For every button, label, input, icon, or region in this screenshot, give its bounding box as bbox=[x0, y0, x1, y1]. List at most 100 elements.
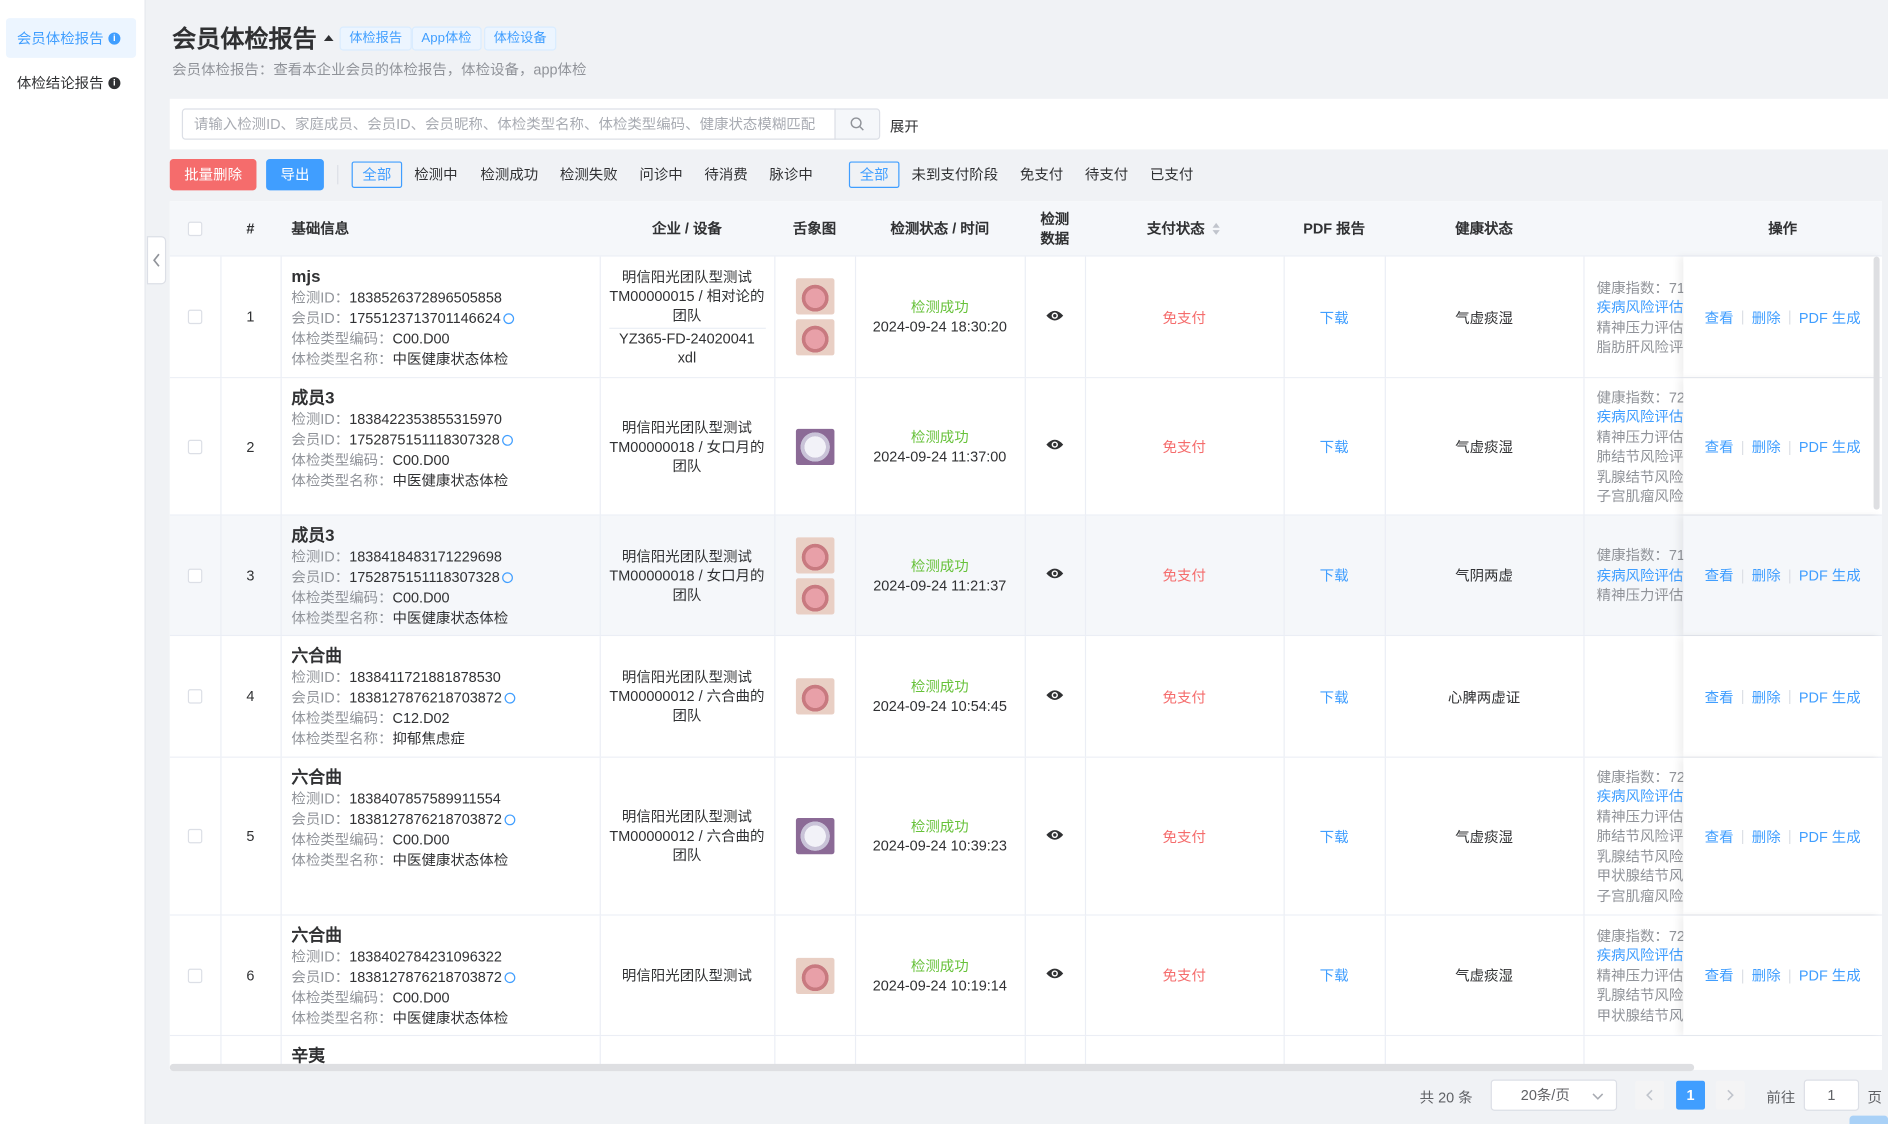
row-index: 5 bbox=[246, 827, 255, 845]
delete-button[interactable]: 删除 bbox=[1752, 565, 1781, 585]
pdf-generate-button[interactable]: PDF 生成 bbox=[1799, 965, 1861, 985]
risk-link[interactable]: 疾病风险评估 bbox=[1597, 407, 1684, 427]
filter-status-detecting[interactable]: 检测中 bbox=[403, 161, 468, 188]
row-select-cell[interactable] bbox=[170, 378, 221, 514]
horizontal-scrollbar[interactable] bbox=[169, 1063, 1695, 1072]
pdf-generate-button[interactable]: PDF 生成 bbox=[1799, 436, 1861, 456]
tongue-image[interactable] bbox=[795, 957, 834, 994]
tag-device[interactable]: 体检设备 bbox=[484, 26, 557, 51]
export-button[interactable]: 导出 bbox=[266, 159, 324, 191]
filter-status-pulse[interactable]: 脉诊中 bbox=[759, 161, 824, 188]
view-button[interactable]: 查看 bbox=[1705, 436, 1734, 456]
select-all-checkbox[interactable] bbox=[187, 221, 203, 237]
pdf-download-link[interactable]: 下载 bbox=[1284, 516, 1385, 635]
eye-icon[interactable] bbox=[1045, 966, 1064, 984]
search-icon[interactable] bbox=[504, 972, 516, 984]
risk-link[interactable]: 疾病风险评估 bbox=[1597, 787, 1684, 807]
search-icon[interactable] bbox=[504, 692, 516, 704]
filter-status-success[interactable]: 检测成功 bbox=[470, 161, 549, 188]
eye-icon[interactable] bbox=[1045, 437, 1064, 455]
risk-link[interactable]: 疾病风险评估 bbox=[1597, 946, 1684, 966]
row-checkbox[interactable] bbox=[187, 968, 203, 983]
filter-pay-all[interactable]: 全部 bbox=[848, 161, 900, 188]
tongue-image[interactable] bbox=[795, 577, 834, 614]
pdf-download-link[interactable]: 下载 bbox=[1284, 257, 1385, 377]
sidebar-item-member-report[interactable]: 会员体检报告 i bbox=[6, 18, 137, 58]
view-button[interactable]: 查看 bbox=[1705, 965, 1734, 985]
sidebar-item-conclusion-report[interactable]: 体检结论报告 i bbox=[6, 63, 136, 103]
delete-button[interactable]: 删除 bbox=[1752, 686, 1781, 706]
row-select-cell[interactable] bbox=[170, 257, 221, 377]
info-icon[interactable]: i bbox=[108, 31, 121, 44]
expand-link[interactable]: 展开 bbox=[890, 116, 919, 136]
eye-icon[interactable] bbox=[1045, 308, 1064, 326]
filter-pay-paid[interactable]: 已支付 bbox=[1139, 161, 1204, 188]
filter-status-consulting[interactable]: 问诊中 bbox=[629, 161, 694, 188]
delete-button[interactable]: 删除 bbox=[1752, 307, 1781, 327]
row-select-cell[interactable] bbox=[170, 758, 221, 915]
batch-delete-button[interactable]: 批量删除 bbox=[169, 159, 257, 191]
tongue-image[interactable] bbox=[795, 428, 834, 465]
search-icon[interactable] bbox=[502, 434, 514, 446]
filter-status-all[interactable]: 全部 bbox=[351, 161, 403, 188]
page-size-select[interactable]: 20条/页 bbox=[1490, 1079, 1618, 1111]
pdf-generate-button[interactable]: PDF 生成 bbox=[1799, 826, 1861, 846]
view-button[interactable]: 查看 bbox=[1705, 826, 1734, 846]
filter-status-pending-consume[interactable]: 待消费 bbox=[694, 161, 759, 188]
filter-pay-not-reached[interactable]: 未到支付阶段 bbox=[901, 161, 1009, 188]
filter-status-failed[interactable]: 检测失败 bbox=[549, 161, 628, 188]
row-checkbox[interactable] bbox=[187, 828, 203, 844]
risk-link[interactable]: 疾病风险评估 bbox=[1597, 298, 1684, 318]
risk-item: 子宫肌瘤风险 bbox=[1596, 487, 1684, 505]
view-button[interactable]: 查看 bbox=[1705, 307, 1734, 327]
search-input[interactable] bbox=[181, 108, 836, 140]
pdf-download-link[interactable]: 下载 bbox=[1284, 378, 1385, 514]
pdf-generate-button[interactable]: PDF 生成 bbox=[1799, 307, 1861, 327]
eye-icon[interactable] bbox=[1045, 566, 1064, 584]
pdf-generate-button[interactable]: PDF 生成 bbox=[1799, 686, 1861, 706]
caret-up-icon[interactable] bbox=[323, 34, 334, 41]
pdf-download-link[interactable]: 下载 bbox=[1284, 916, 1385, 1035]
tongue-image[interactable] bbox=[795, 818, 834, 855]
search-icon[interactable] bbox=[504, 814, 516, 826]
view-button[interactable]: 查看 bbox=[1705, 565, 1734, 585]
row-select-cell[interactable] bbox=[170, 916, 221, 1035]
delete-button[interactable]: 删除 bbox=[1752, 965, 1781, 985]
sort-icon[interactable] bbox=[1210, 222, 1222, 236]
filter-pay-free[interactable]: 免支付 bbox=[1009, 161, 1074, 188]
pdf-generate-button[interactable]: PDF 生成 bbox=[1799, 565, 1861, 585]
tongue-image[interactable] bbox=[795, 278, 834, 315]
eye-icon[interactable] bbox=[1045, 687, 1064, 705]
pdf-download-link[interactable]: 下载 bbox=[1284, 758, 1385, 915]
header-select-all[interactable] bbox=[170, 201, 221, 256]
next-page-button[interactable] bbox=[1715, 1080, 1745, 1110]
row-select-cell[interactable] bbox=[170, 516, 221, 635]
row-checkbox[interactable] bbox=[187, 689, 203, 704]
search-icon[interactable] bbox=[503, 313, 515, 325]
vertical-scrollbar[interactable] bbox=[1873, 256, 1880, 510]
delete-button[interactable]: 删除 bbox=[1752, 436, 1781, 456]
row-checkbox[interactable] bbox=[187, 309, 203, 325]
tongue-image[interactable] bbox=[795, 319, 834, 356]
goto-page-input[interactable]: 1 bbox=[1803, 1079, 1860, 1111]
tongue-image[interactable] bbox=[795, 678, 834, 715]
tag-app[interactable]: App体检 bbox=[411, 26, 482, 51]
view-button[interactable]: 查看 bbox=[1705, 686, 1734, 706]
floating-button[interactable] bbox=[1849, 1115, 1888, 1124]
tongue-image[interactable] bbox=[795, 536, 834, 573]
search-button[interactable] bbox=[834, 108, 881, 140]
page-button-1[interactable]: 1 bbox=[1676, 1080, 1706, 1110]
prev-page-button[interactable] bbox=[1635, 1080, 1665, 1110]
filter-pay-pending[interactable]: 待支付 bbox=[1074, 161, 1139, 188]
row-checkbox[interactable] bbox=[187, 568, 203, 583]
header-pay[interactable]: 支付状态 bbox=[1085, 201, 1284, 256]
eye-icon[interactable] bbox=[1045, 827, 1064, 845]
row-select-cell[interactable] bbox=[170, 636, 221, 756]
pdf-download-link[interactable]: 下载 bbox=[1284, 636, 1385, 756]
risk-link[interactable]: 疾病风险评估 bbox=[1597, 566, 1684, 586]
info-icon[interactable]: i bbox=[108, 76, 121, 89]
search-icon[interactable] bbox=[502, 572, 514, 584]
tag-report[interactable]: 体检报告 bbox=[339, 26, 412, 51]
delete-button[interactable]: 删除 bbox=[1752, 826, 1781, 846]
row-checkbox[interactable] bbox=[187, 439, 203, 454]
